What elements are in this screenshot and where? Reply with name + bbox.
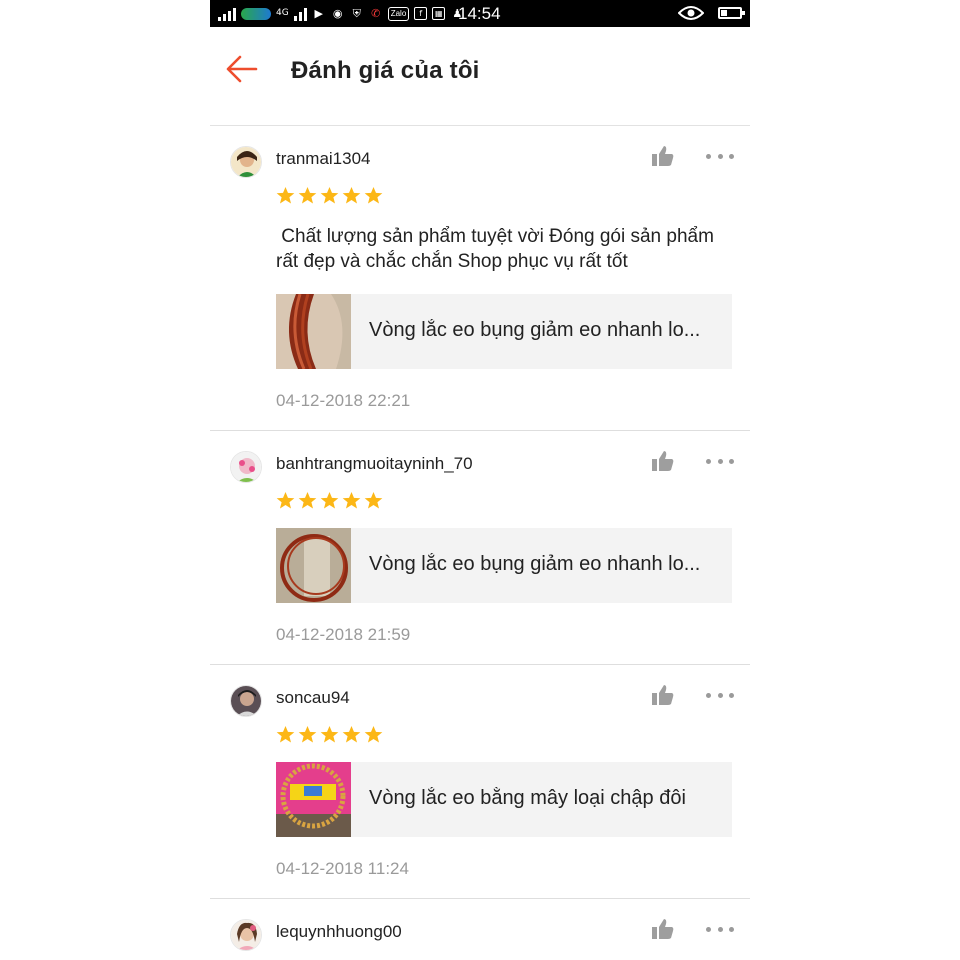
star-icon <box>276 725 295 743</box>
shield-icon: ⛨ <box>352 6 361 20</box>
like-button[interactable] <box>650 448 676 474</box>
star-rating <box>276 186 383 205</box>
like-button[interactable] <box>650 682 676 708</box>
like-button[interactable] <box>650 916 676 942</box>
thumbs-up-icon <box>652 146 674 166</box>
star-icon <box>298 491 317 509</box>
dot-icon <box>706 926 711 932</box>
dot-icon <box>729 926 734 932</box>
avatar[interactable] <box>230 685 262 717</box>
chrome-icon: ◉ <box>332 7 343 20</box>
network-type: 4G <box>276 8 289 18</box>
dot-icon <box>717 458 723 464</box>
dot-icon <box>717 926 723 932</box>
like-button[interactable] <box>650 143 676 169</box>
star-icon <box>364 186 383 204</box>
star-icon <box>276 186 295 204</box>
thumbs-up-icon <box>652 685 674 705</box>
dot-icon <box>717 153 723 159</box>
review-date: 04-12-2018 21:59 <box>276 625 411 644</box>
review-item: tranmai1304 Chất lượng sản phẩm tuyệt vờ… <box>210 126 750 431</box>
product-card[interactable]: Vòng lắc eo bằng mây loại chập đôi <box>276 762 732 837</box>
product-thumbnail <box>276 528 351 603</box>
signal-icon <box>218 7 236 21</box>
star-icon <box>342 186 361 204</box>
star-icon <box>320 491 339 509</box>
review-item: lequynhhuong00 <box>210 899 750 960</box>
vpn-icon: ▶ <box>314 7 323 20</box>
more-options-button[interactable] <box>706 922 734 936</box>
more-options-button[interactable] <box>706 454 734 468</box>
star-icon <box>298 725 317 743</box>
star-icon <box>276 491 295 509</box>
review-comment: Chất lượng sản phẩm tuyệt vời Đóng gói s… <box>276 226 720 272</box>
product-card[interactable]: Vòng lắc eo bụng giảm eo nhanh lo... <box>276 294 732 369</box>
more-options-button[interactable] <box>706 688 734 702</box>
review-username: soncau94 <box>276 688 350 707</box>
dot-icon <box>717 692 723 698</box>
star-icon <box>298 186 317 204</box>
star-icon <box>320 186 339 204</box>
status-bar: 4G ▶ ◉ ⛨ ✆ Zalo f ▦ ♟ 14:54 <box>210 0 750 27</box>
battery-icon <box>718 7 745 19</box>
zalo-icon: Zalo <box>387 6 410 21</box>
star-icon <box>342 491 361 509</box>
dot-icon <box>706 153 711 159</box>
more-options-button[interactable] <box>706 149 734 163</box>
star-rating <box>276 725 383 744</box>
review-date: 04-12-2018 22:21 <box>276 391 411 410</box>
page-title: Đánh giá của tôi <box>291 57 480 84</box>
product-name: Vòng lắc eo bụng giảm eo nhanh lo... <box>369 553 701 575</box>
product-card[interactable]: Vòng lắc eo bụng giảm eo nhanh lo... <box>276 528 732 603</box>
gallery-icon: ▦ <box>432 7 446 20</box>
phone-call-icon: ✆ <box>371 7 381 20</box>
review-date: 04-12-2018 11:24 <box>276 859 409 878</box>
product-name: Vòng lắc eo bằng mây loại chập đôi <box>369 787 686 809</box>
dot-icon <box>706 458 711 464</box>
dot-icon <box>706 692 711 698</box>
dot-icon <box>729 458 734 464</box>
review-username: lequynhhuong00 <box>276 922 402 941</box>
thumbs-up-icon <box>652 451 674 471</box>
star-rating <box>276 491 383 510</box>
signal-icon-2 <box>293 7 307 21</box>
dot-icon <box>729 692 734 698</box>
facebook-icon: f <box>414 7 428 20</box>
app-header: Đánh giá của tôi <box>210 27 750 126</box>
phone-screen: 4G ▶ ◉ ⛨ ✆ Zalo f ▦ ♟ 14:54 Đánh giá của… <box>210 0 750 960</box>
star-icon <box>364 725 383 743</box>
review-item: soncau94 Vòng lắc eo bằng mây loại chập … <box>210 665 750 899</box>
carrier-logo <box>241 7 271 20</box>
product-thumbnail <box>276 762 351 837</box>
star-icon <box>364 491 383 509</box>
avatar[interactable] <box>230 919 262 951</box>
review-item: banhtrangmuoitayninh_70 Vòng lắc eo bụng… <box>210 431 750 665</box>
product-name: Vòng lắc eo bụng giảm eo nhanh lo... <box>369 319 701 341</box>
thumbs-up-icon <box>652 919 674 939</box>
avatar[interactable] <box>230 146 262 178</box>
star-icon <box>320 725 339 743</box>
eye-icon <box>678 6 704 20</box>
status-icons-left: 4G ▶ ◉ ⛨ ✆ Zalo f ▦ ♟ <box>218 4 464 23</box>
back-button[interactable] <box>224 51 260 87</box>
back-arrow-icon <box>226 55 258 83</box>
status-time: 14:54 <box>458 4 501 23</box>
star-icon <box>342 725 361 743</box>
dot-icon <box>729 153 734 159</box>
review-username: tranmai1304 <box>276 149 371 168</box>
review-username: banhtrangmuoitayninh_70 <box>276 454 473 473</box>
status-icons-right <box>678 5 745 21</box>
avatar[interactable] <box>230 451 262 483</box>
product-thumbnail <box>276 294 351 369</box>
